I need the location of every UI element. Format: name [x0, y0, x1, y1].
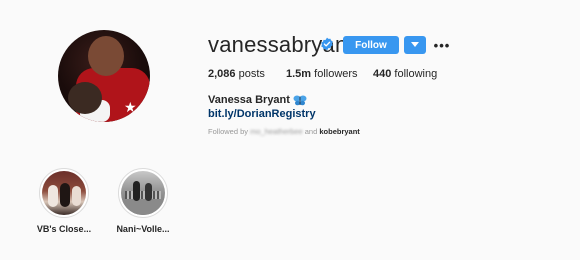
profile-page: ★ vanessabryant Follow ••• 2,086 posts 1… [0, 0, 580, 260]
posts-label: posts [238, 68, 265, 80]
story-highlight[interactable]: Nani~Volle... [103, 168, 183, 234]
avatar-photo-head [88, 36, 124, 76]
thumbnail-figure [48, 185, 58, 207]
thumbnail-figure [133, 181, 140, 201]
butterfly-emoji-icon [293, 95, 307, 105]
highlight-ring [39, 168, 89, 218]
followers-label: followers [314, 68, 358, 80]
highlight-ring [118, 168, 168, 218]
following-count: 440 [373, 68, 392, 80]
highlight-label: Nani~Volle... [116, 224, 170, 234]
followers-count: 1.5m [286, 68, 312, 80]
stat-following[interactable]: 440 following [373, 68, 437, 80]
followed-by-account[interactable]: kobebryant [319, 127, 359, 136]
full-name-text: Vanessa Bryant [208, 94, 290, 106]
star-icon: ★ [124, 99, 137, 115]
stat-followers[interactable]: 1.5m followers [286, 68, 358, 80]
thumbnail-figure [60, 183, 70, 207]
thumbnail-net [125, 191, 161, 199]
more-options-icon: ••• [433, 37, 451, 53]
avatar-photo-child [68, 82, 102, 114]
profile-full-name: Vanessa Bryant [208, 94, 307, 106]
stat-posts: 2,086 posts [208, 68, 265, 80]
thumbnail-figure [145, 183, 152, 201]
follow-button[interactable]: Follow [343, 36, 399, 54]
verified-badge-icon [321, 37, 333, 51]
highlight-thumbnail [121, 171, 165, 215]
followed-by-prefix: Followed by [208, 127, 249, 136]
posts-count: 2,086 [208, 68, 236, 80]
chevron-down-icon [411, 42, 419, 47]
following-label: following [394, 68, 438, 80]
highlight-label: VB's Close... [36, 224, 92, 234]
thumbnail-figure [72, 186, 81, 206]
followed-by-conjunction: and [304, 127, 318, 136]
profile-avatar[interactable]: ★ [58, 30, 150, 122]
followed-by-text: Followed by mo_heatherbee and kobebryant [208, 127, 360, 136]
suggested-accounts-dropdown-button[interactable] [404, 36, 426, 54]
followed-by-blurred-account[interactable]: mo_heatherbee [250, 127, 303, 136]
more-options-button[interactable]: ••• [434, 36, 450, 54]
highlight-thumbnail [42, 171, 86, 215]
story-highlight[interactable]: VB's Close... [24, 168, 104, 234]
bio-link[interactable]: bit.ly/DorianRegistry [208, 108, 316, 120]
thumbnail-court [121, 199, 165, 215]
